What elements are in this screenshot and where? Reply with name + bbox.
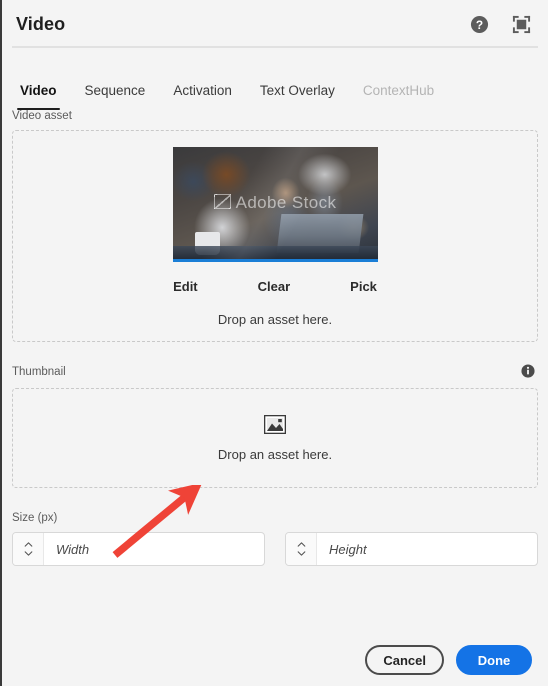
video-asset-dropzone[interactable]: Adobe Stock Edit Clear Pick Drop an asse… (12, 130, 538, 342)
chevron-up-icon[interactable] (297, 542, 306, 547)
tab-video[interactable]: Video (17, 83, 59, 110)
thumbnail-drop-hint: Drop an asset here. (217, 446, 333, 462)
height-stepper-arrows[interactable] (286, 533, 317, 565)
size-label: Size (px) (12, 512, 58, 524)
header-actions: ? (468, 13, 532, 35)
help-button[interactable]: ? (468, 13, 490, 35)
done-button[interactable]: Done (456, 645, 532, 675)
dialog-header: Video ? (2, 0, 548, 48)
chevron-up-icon[interactable] (24, 542, 33, 547)
tab-text-overlay[interactable]: Text Overlay (260, 83, 335, 110)
chevron-down-icon[interactable] (297, 551, 306, 556)
stock-watermark: Adobe Stock (173, 193, 378, 213)
asset-action-row: Edit Clear Pick (13, 279, 537, 294)
height-input[interactable] (317, 533, 537, 565)
video-properties-dialog: Video ? Video Sequence Activation Text O… (0, 0, 548, 686)
help-circle-icon: ? (470, 15, 488, 33)
chevron-down-icon[interactable] (24, 551, 33, 556)
preview-photo-blue-bar (172, 259, 378, 262)
tab-activation[interactable]: Activation (173, 83, 232, 110)
tab-contexthub: ContextHub (362, 83, 435, 98)
tab-bar: Video Sequence Activation Text Overlay C… (2, 64, 548, 110)
video-drop-hint: Drop an asset here. (217, 312, 333, 327)
tab-sequence[interactable]: Sequence (85, 83, 146, 110)
adobe-stock-mark-icon (213, 194, 231, 209)
fullscreen-button[interactable] (510, 13, 532, 35)
pick-button[interactable]: Pick (350, 279, 377, 294)
svg-text:?: ? (475, 17, 482, 31)
video-asset-label: Video asset (12, 110, 72, 122)
thumbnail-label-row: Thumbnail (2, 364, 548, 378)
thumbnail-label: Thumbnail (12, 366, 66, 378)
info-icon[interactable] (521, 364, 535, 378)
fullscreen-icon (512, 15, 530, 33)
video-asset-preview[interactable]: Adobe Stock (172, 147, 378, 262)
width-stepper-arrows[interactable] (13, 533, 44, 565)
stock-watermark-text: Adobe Stock (235, 193, 337, 212)
cancel-button[interactable]: Cancel (365, 645, 444, 675)
image-icon (264, 414, 286, 434)
size-row (2, 532, 548, 566)
page-title: Video (16, 13, 66, 34)
edit-button[interactable]: Edit (173, 279, 198, 294)
clear-button[interactable]: Clear (258, 279, 291, 294)
width-input[interactable] (44, 533, 264, 565)
thumbnail-dropzone[interactable]: Drop an asset here. (12, 388, 538, 488)
height-stepper[interactable] (285, 532, 538, 566)
dialog-footer: Cancel Done (2, 634, 548, 686)
width-stepper[interactable] (12, 532, 265, 566)
header-divider (12, 46, 538, 48)
